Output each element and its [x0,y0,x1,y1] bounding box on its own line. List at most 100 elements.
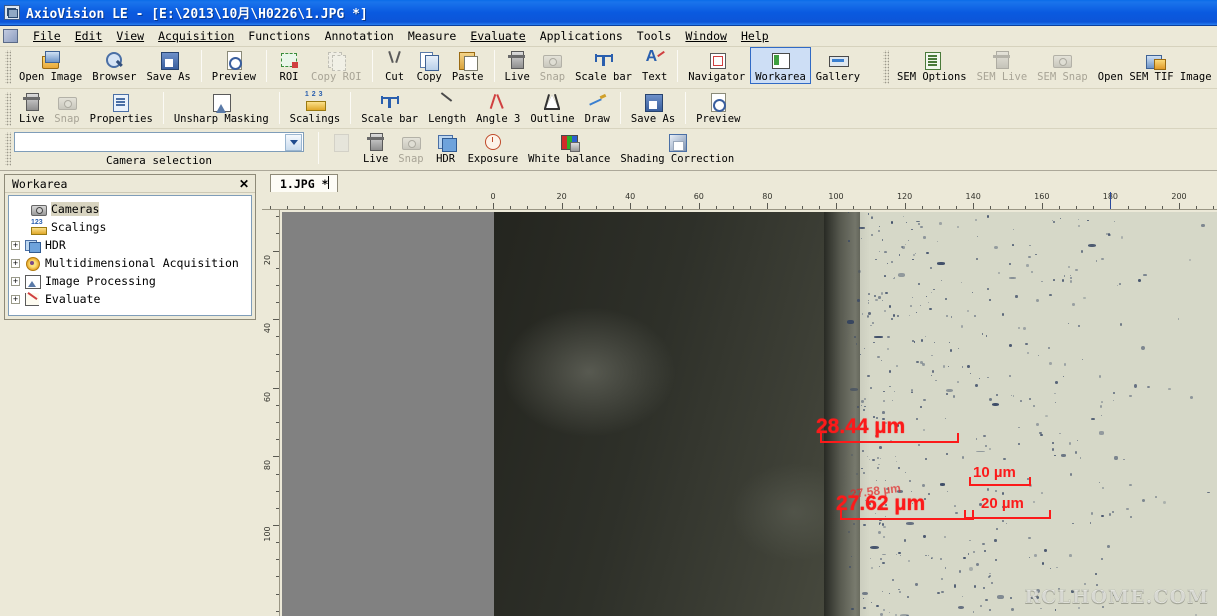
vertical-ruler[interactable]: 20 40 60 80 100 [262,210,280,616]
ruler-tick-minor [870,206,872,209]
menu-item-window[interactable]: Window [678,27,734,45]
close-icon[interactable]: ✕ [237,177,251,191]
tree-expander[interactable]: + [11,276,20,286]
toolbar2-button-scale-bar[interactable]: Scale bar [356,89,423,126]
snap-icon [401,132,421,152]
toolbar-grip-sem[interactable] [883,50,890,84]
toolbar-button-roi[interactable]: ROI [272,47,306,84]
system-menu-icon[interactable] [3,29,18,43]
menu-file-label: File [33,29,61,43]
specimen-particle [877,467,879,470]
toolbar-button-gallery[interactable]: Gallery [811,47,865,84]
toolbar-label: Live [504,71,530,83]
specimen-particle [1091,417,1096,421]
tree-expander[interactable]: + [11,294,20,304]
tree-item-hdr[interactable]: + HDR [11,236,249,254]
toolbar-button-preview[interactable]: Preview [207,47,261,84]
menu-item-evaluate[interactable]: Evaluate [463,27,532,45]
specimen-particle [925,295,928,298]
snap-icon [542,50,563,70]
ruler-tick-major [973,203,975,209]
toolbar-label: HDR [436,153,456,165]
toolbar2-button-preview[interactable]: Preview [691,89,745,126]
ruler-tick-minor [733,206,735,209]
menu-item-tools[interactable]: Tools [630,27,679,45]
evaluate-icon [25,292,40,306]
toolbar-button-browser[interactable]: Browser [87,47,141,84]
tree-expander[interactable]: + [11,258,20,268]
ruler-label: 140 [965,192,981,201]
menu-item-applications[interactable]: Applications [533,27,630,45]
specimen-particle [915,418,918,421]
annotation-measurement-28-44[interactable]: 28.44 µm [816,415,905,439]
toolbar-button-cut[interactable]: Cut [378,47,412,84]
toolbar2-button-scalings[interactable]: Scalings [285,89,346,126]
toolbar3-button-live[interactable]: Live [358,129,393,166]
toolbar-button-open-image[interactable]: Open Image [14,47,87,84]
specimen-particle [972,611,975,613]
toolbar-button-live[interactable]: Live [500,47,535,84]
menu-item-view[interactable]: View [109,27,151,45]
image-canvas[interactable]: 28.44 µm 27.58 µm 27.62 µm 10 µm 20 µm R… [281,210,1217,616]
toolbar3-button-exposure[interactable]: Exposure [463,129,524,166]
toolbar2-button-length[interactable]: Length [423,89,471,126]
menu-item-functions[interactable]: Functions [241,27,317,45]
workarea-tree[interactable]: Cameras Scalings + HDR + Multidimensiona… [8,195,252,316]
toolbar-button-sem-options[interactable]: SEM Options [892,47,972,84]
toolbar-grip[interactable] [5,92,11,126]
specimen-particle [878,566,881,568]
menu-item-annotation[interactable]: Annotation [318,27,401,45]
toolbar-button-open-sem-tif-image[interactable]: Open SEM TIF Image [1093,47,1217,84]
annotation-scale-bar-10um[interactable]: 10 µm [973,464,1016,481]
menu-item-acquisition[interactable]: Acquisition [151,27,241,45]
ruler-tick-minor [424,206,426,209]
toolbar-button-save-as[interactable]: Save As [141,47,195,84]
specimen-particle [1031,271,1033,273]
toolbar-button-workarea[interactable]: Workarea [750,47,811,84]
toolbar-button-copy[interactable]: Copy [412,47,447,84]
menu-item-measure[interactable]: Measure [401,27,463,45]
tree-expander[interactable]: + [11,240,20,250]
toolbar-grip[interactable] [5,50,11,84]
tree-item-scalings[interactable]: Scalings [11,218,249,236]
tree-item-multidimensional-acquisition[interactable]: + Multidimensional Acquisition [11,254,249,272]
horizontal-ruler[interactable]: 020406080100120140160180200 [262,192,1217,210]
ruler-label: 60 [263,391,272,402]
toolbar2-button-live[interactable]: Live [14,89,49,126]
menu-item-file[interactable]: File [26,27,68,45]
camera-selection-input[interactable] [15,134,285,150]
toolbar-button-scale-bar[interactable]: Scale bar [570,47,637,84]
tree-item-cameras[interactable]: Cameras [11,200,249,218]
toolbar2-button-unsharp-masking[interactable]: Unsharp Masking [169,89,274,126]
toolbar2-button-outline[interactable]: Outline [525,89,579,126]
menu-edit-label: Edit [74,29,103,43]
specimen-particle [911,296,914,299]
microscopy-image[interactable]: 28.44 µm 27.58 µm 27.62 µm 10 µm 20 µm R… [494,212,1217,616]
toolbar3-button-white-balance[interactable]: White balance [523,129,615,166]
annotation-scale-bar-20um[interactable]: 20 µm [981,495,1024,512]
annotation-measurement-27-62[interactable]: 27.62 µm [836,492,925,516]
toolbar-grip[interactable] [5,132,11,166]
toolbar-button-navigator[interactable]: Navigator [683,47,750,84]
tree-item-evaluate[interactable]: + Evaluate [11,290,249,308]
specimen-particle [878,445,883,450]
scale-bar-10um-line [969,484,1031,486]
toolbar-button-text[interactable]: Text [637,47,672,84]
toolbar-separator [266,50,268,82]
camera-selection-combobox[interactable] [14,132,304,152]
toolbar2-button-draw[interactable]: Draw [580,89,615,126]
toolbar-button-paste[interactable]: Paste [447,47,489,84]
tree-item-image-processing[interactable]: + Image Processing [11,272,249,290]
menu-item-edit[interactable]: Edit [68,27,110,45]
toolbar2-button-angle-3[interactable]: Angle 3 [471,89,525,126]
chevron-down-icon[interactable] [285,133,302,151]
draw-icon [587,92,607,112]
specimen-particle [913,340,916,343]
menu-item-help[interactable]: Help [734,27,776,45]
specimen-particle [882,561,885,565]
toolbar2-button-properties[interactable]: Properties [85,89,158,126]
toolbar3-button-shading-correction[interactable]: Shading Correction [615,129,739,166]
toolbar2-button-save-as[interactable]: Save As [626,89,680,126]
ruler-tick-minor [276,610,279,612]
toolbar3-button-hdr[interactable]: HDR [429,129,463,166]
